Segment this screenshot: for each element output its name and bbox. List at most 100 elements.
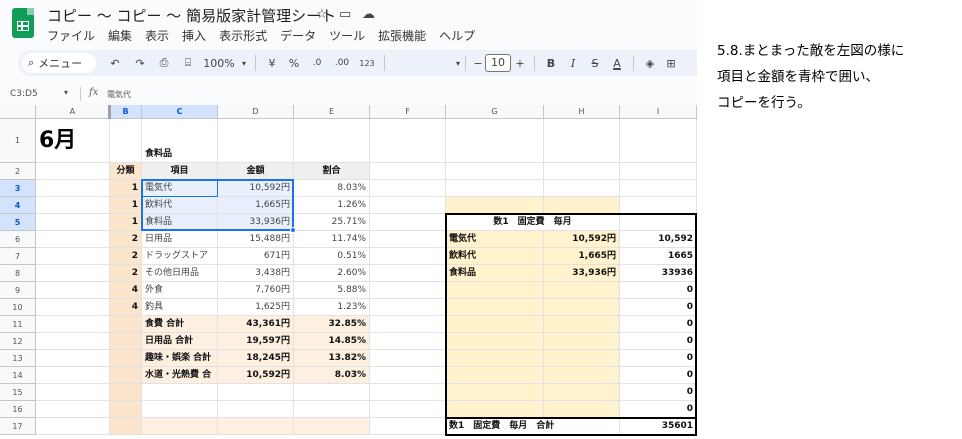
total-ratio[interactable]: 32.85%	[294, 316, 370, 333]
box-amount[interactable]: 10,592円	[544, 231, 620, 248]
font-size-decrease-icon[interactable]: −	[471, 57, 485, 70]
cell-empty[interactable]	[110, 316, 142, 333]
box-amount[interactable]	[544, 333, 620, 350]
font-size-input[interactable]: 10	[485, 54, 511, 72]
row-header-4[interactable]: 4	[0, 197, 36, 214]
cell-empty[interactable]	[370, 265, 446, 282]
cell-empty[interactable]	[370, 333, 446, 350]
cell-empty[interactable]	[142, 384, 218, 401]
total-amount[interactable]: 18,245円	[218, 350, 294, 367]
item-category[interactable]: 1	[110, 214, 142, 231]
font-size-increase-icon[interactable]: +	[511, 57, 529, 70]
box-item[interactable]	[446, 384, 544, 401]
cell-empty[interactable]	[370, 418, 446, 435]
cell-empty[interactable]	[294, 119, 370, 163]
row-header-13[interactable]: 13	[0, 350, 36, 367]
cell-empty[interactable]	[620, 163, 697, 180]
cell-empty[interactable]	[446, 119, 544, 163]
column-header-f[interactable]: F	[370, 105, 446, 119]
box-item[interactable]	[446, 299, 544, 316]
box-value[interactable]: 0	[620, 350, 697, 367]
total-label[interactable]: 水道・光熱費 合	[142, 367, 218, 384]
header-item[interactable]: 項目	[142, 163, 218, 180]
cell-empty[interactable]	[110, 418, 142, 435]
currency-format-button[interactable]: ¥	[261, 57, 283, 70]
box-amount[interactable]	[544, 384, 620, 401]
cell-empty[interactable]	[218, 401, 294, 418]
item-ratio[interactable]: 8.03%	[294, 180, 370, 197]
cell-empty[interactable]	[110, 333, 142, 350]
cell-empty[interactable]	[36, 367, 110, 384]
item-ratio[interactable]: 25.71%	[294, 214, 370, 231]
menu-edit[interactable]: 編集	[108, 27, 132, 44]
column-header-c[interactable]: C	[142, 105, 218, 119]
cell-empty[interactable]	[142, 401, 218, 418]
percent-format-button[interactable]: %	[283, 57, 305, 70]
cell-empty[interactable]	[36, 350, 110, 367]
menu-file[interactable]: ファイル	[47, 27, 95, 44]
item-amount[interactable]: 7,760円	[218, 282, 294, 299]
cell-empty[interactable]	[36, 384, 110, 401]
total-ratio[interactable]: 14.85%	[294, 333, 370, 350]
menu-data[interactable]: データ	[280, 27, 316, 44]
box-item[interactable]	[446, 282, 544, 299]
cell-empty[interactable]	[218, 384, 294, 401]
cell-empty[interactable]	[36, 231, 110, 248]
cell-empty[interactable]	[446, 197, 544, 214]
cell-empty[interactable]	[446, 163, 544, 180]
header-category[interactable]: 分類	[110, 163, 142, 180]
item-ratio[interactable]: 5.88%	[294, 282, 370, 299]
increase-decimal-button[interactable]: .00	[329, 58, 355, 68]
borders-icon[interactable]: ⊞	[661, 57, 681, 70]
cell-empty[interactable]	[544, 197, 620, 214]
cell-empty[interactable]	[370, 163, 446, 180]
row-header-5[interactable]: 5	[0, 214, 36, 231]
box-item[interactable]: 電気代	[446, 231, 544, 248]
number-format-button[interactable]: 123	[355, 59, 379, 68]
box-value[interactable]: 33936	[620, 265, 697, 282]
row-header-17[interactable]: 17	[0, 418, 36, 435]
menu-tools[interactable]: ツール	[329, 27, 365, 44]
cell-empty[interactable]	[544, 180, 620, 197]
folder-move-icon[interactable]: ▭	[339, 7, 351, 22]
cell-empty[interactable]	[294, 401, 370, 418]
cell-empty[interactable]	[110, 384, 142, 401]
total-amount[interactable]: 43,361円	[218, 316, 294, 333]
cloud-saved-icon[interactable]: ☁	[362, 7, 375, 22]
fill-color-icon[interactable]: ◈	[639, 57, 661, 70]
item-name[interactable]: 電気代	[142, 180, 218, 197]
cell-empty[interactable]	[110, 401, 142, 418]
row-header-7[interactable]: 7	[0, 248, 36, 265]
box-header[interactable]: 数1 固定費 毎月	[446, 214, 620, 231]
redo-icon[interactable]: ↷	[128, 57, 152, 70]
item-category[interactable]: 2	[110, 248, 142, 265]
box-value[interactable]: 0	[620, 299, 697, 316]
header-ratio[interactable]: 割合	[294, 163, 370, 180]
cell-empty[interactable]	[370, 350, 446, 367]
cell-empty[interactable]	[36, 214, 110, 231]
section-label[interactable]: 食料品	[142, 119, 218, 163]
cell-empty[interactable]	[110, 367, 142, 384]
cell-empty[interactable]	[370, 299, 446, 316]
cell-empty[interactable]	[370, 316, 446, 333]
row-header-10[interactable]: 10	[0, 299, 36, 316]
item-amount[interactable]: 3,438円	[218, 265, 294, 282]
item-category[interactable]: 1	[110, 197, 142, 214]
box-total-value[interactable]: 35601	[620, 418, 697, 435]
item-category[interactable]: 2	[110, 265, 142, 282]
star-icon[interactable]: ☆	[316, 7, 328, 22]
column-header-h[interactable]: H	[544, 105, 620, 119]
box-item[interactable]	[446, 401, 544, 418]
cell-empty[interactable]	[370, 231, 446, 248]
menu-help[interactable]: ヘルプ	[439, 27, 475, 44]
cell-empty[interactable]	[370, 214, 446, 231]
select-all-corner[interactable]	[0, 105, 36, 119]
item-amount[interactable]: 1,665円	[218, 197, 294, 214]
cell-empty[interactable]	[370, 119, 446, 163]
box-value[interactable]: 0	[620, 282, 697, 299]
column-header-a[interactable]: A	[36, 105, 110, 119]
cell-empty[interactable]	[36, 282, 110, 299]
box-value[interactable]: 0	[620, 367, 697, 384]
item-ratio[interactable]: 0.51%	[294, 248, 370, 265]
total-label[interactable]: 日用品 合計	[142, 333, 218, 350]
